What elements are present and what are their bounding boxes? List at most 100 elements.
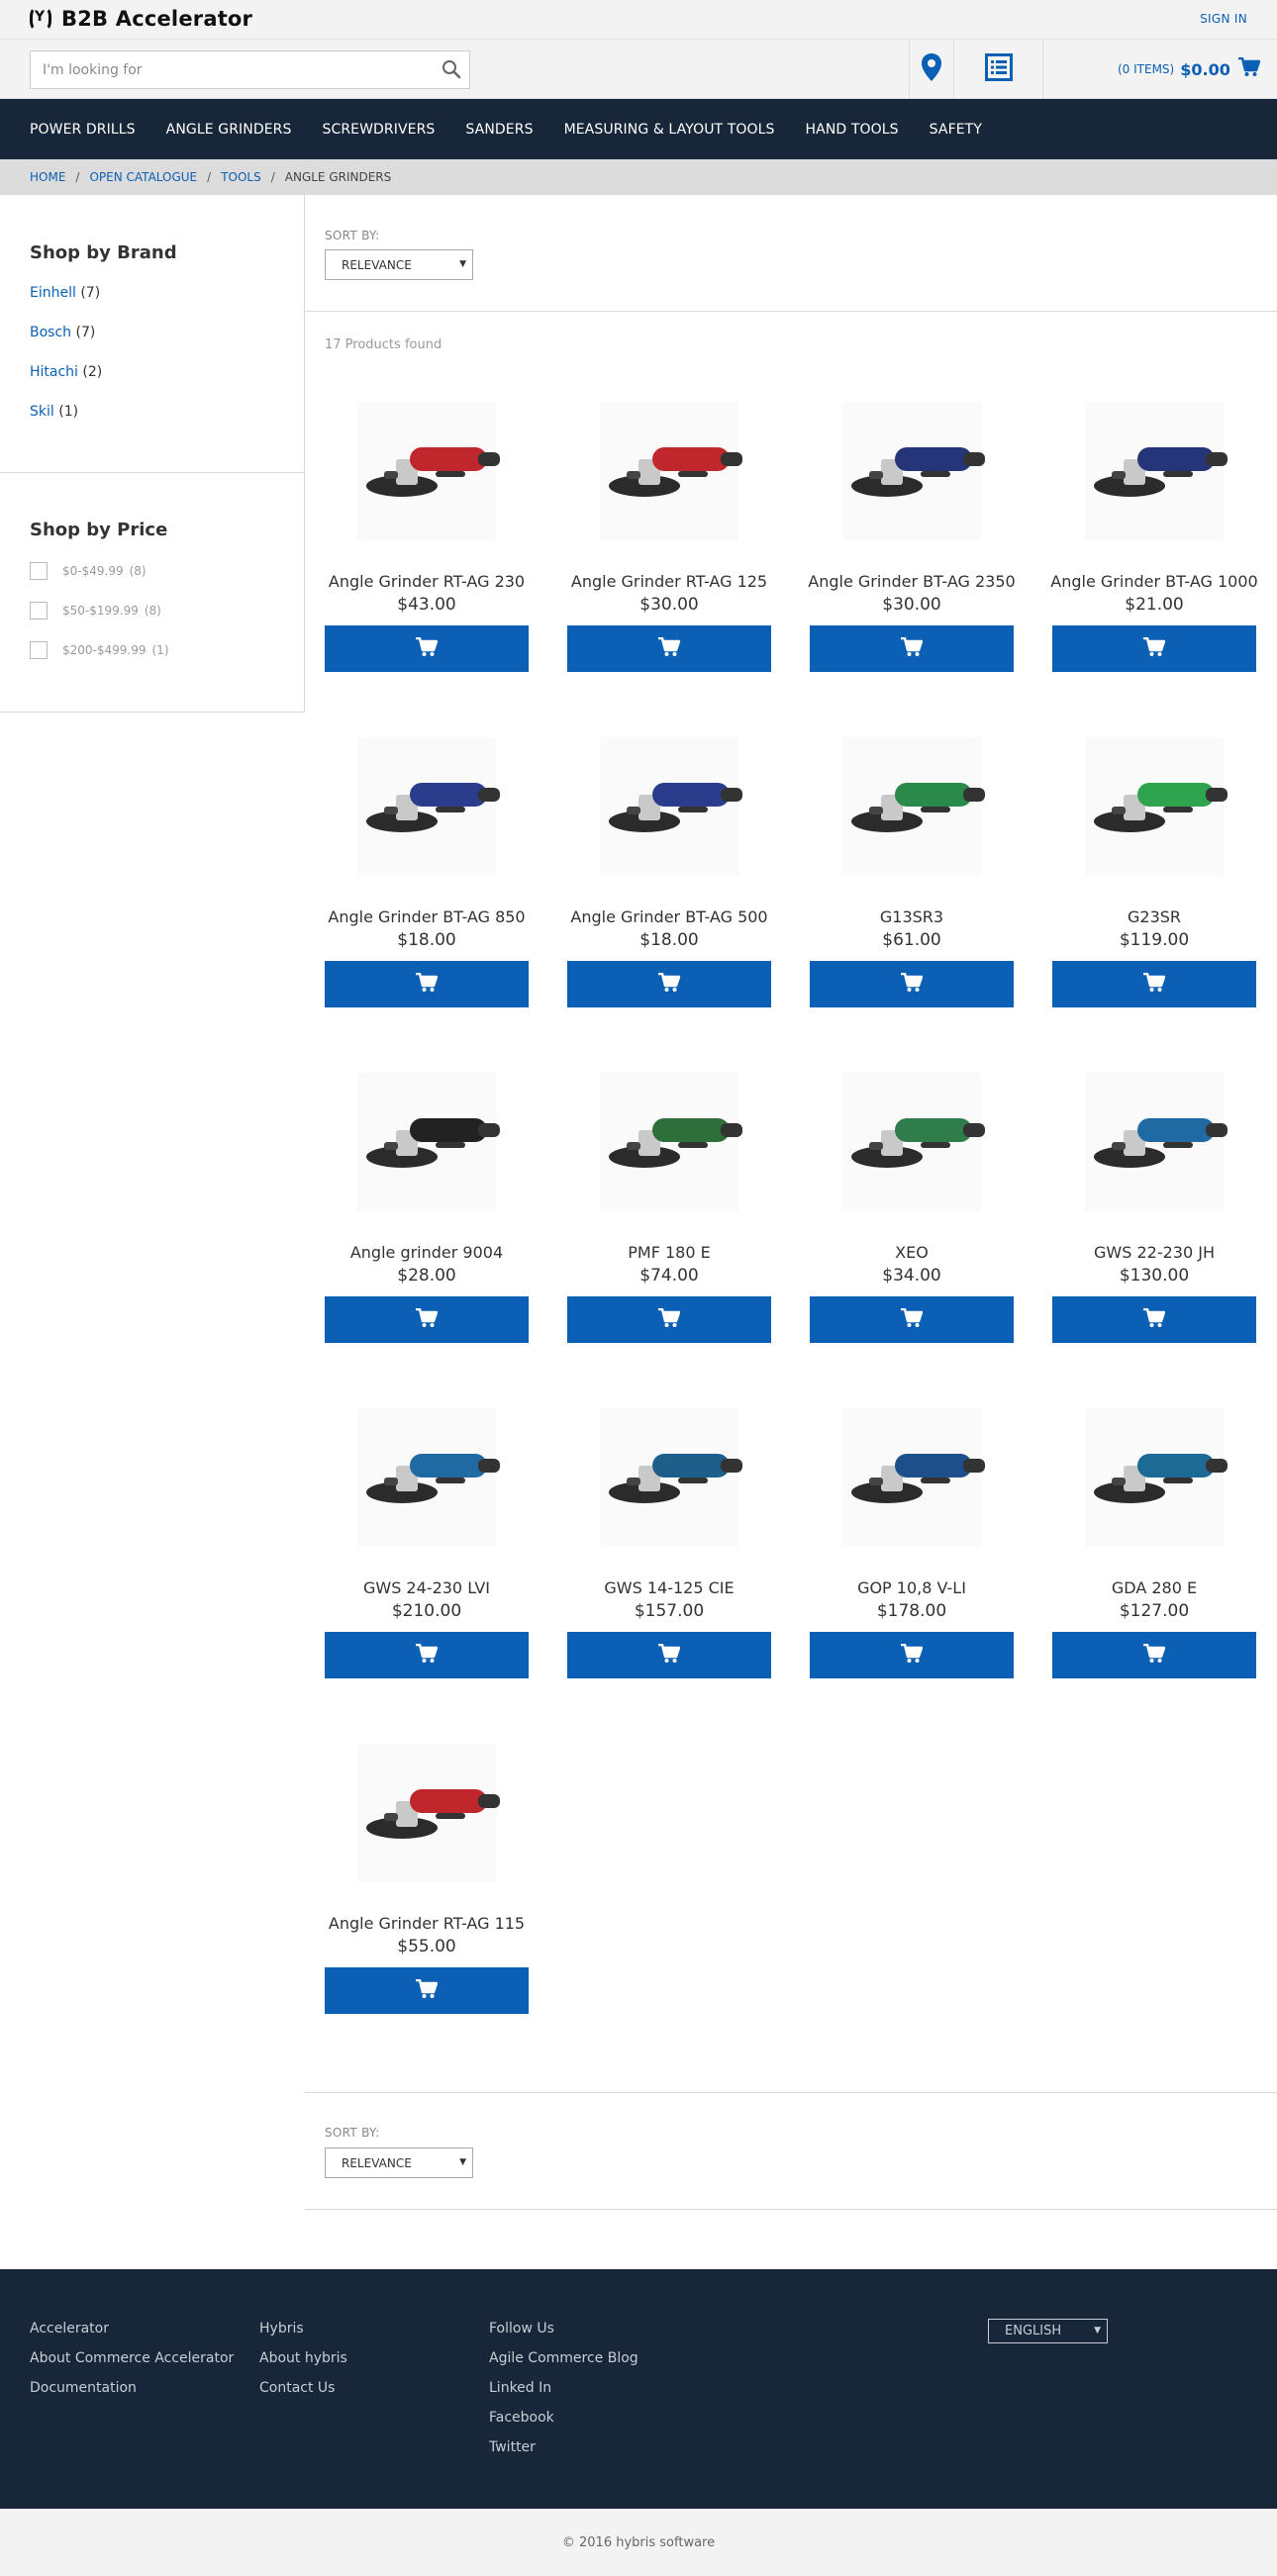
price-checkbox[interactable]	[30, 641, 48, 659]
product-card[interactable]: PMF 180 E $74.00	[567, 1053, 771, 1343]
product-card[interactable]: G23SR $119.00	[1052, 717, 1256, 1007]
nav-item-screwdrivers[interactable]: SCREWDRIVERS	[322, 122, 435, 138]
add-to-cart-button[interactable]	[325, 625, 529, 672]
product-card[interactable]: Angle Grinder BT-AG 850 $18.00	[325, 717, 529, 1007]
product-card[interactable]: G13SR3 $61.00	[810, 717, 1014, 1007]
footer-link[interactable]: About Commerce Accelerator	[30, 2350, 234, 2366]
brand-name[interactable]: Bosch	[30, 325, 71, 340]
product-image[interactable]	[325, 1053, 529, 1231]
sign-in-link[interactable]: SIGN IN	[1200, 12, 1247, 26]
footer-link[interactable]: Agile Commerce Blog	[489, 2350, 638, 2366]
product-image[interactable]	[810, 1053, 1014, 1231]
sort-select[interactable]: RELEVANCE ▼	[325, 249, 473, 280]
brand-facet-item[interactable]: Hitachi (2)	[30, 364, 102, 380]
price-checkbox[interactable]	[30, 562, 48, 580]
product-image[interactable]	[1052, 1388, 1256, 1567]
product-name[interactable]: Angle Grinder RT-AG 115	[315, 1914, 539, 1933]
footer-link[interactable]: Linked In	[489, 2380, 551, 2396]
product-name[interactable]: GDA 280 E	[1042, 1578, 1266, 1597]
add-to-cart-button[interactable]	[810, 961, 1014, 1007]
footer-link[interactable]: Hybris	[259, 2321, 304, 2337]
product-name[interactable]: G23SR	[1042, 907, 1266, 926]
nav-item-safety[interactable]: SAFETY	[930, 122, 982, 138]
product-name[interactable]: Angle Grinder BT-AG 2350	[800, 572, 1024, 591]
product-name[interactable]: Angle Grinder RT-AG 230	[315, 572, 539, 591]
add-to-cart-button[interactable]	[325, 961, 529, 1007]
price-checkbox[interactable]	[30, 602, 48, 620]
product-image[interactable]	[325, 1388, 529, 1567]
store-finder-button[interactable]	[909, 40, 953, 99]
footer-link[interactable]: Follow Us	[489, 2321, 554, 2337]
add-to-cart-button[interactable]	[567, 961, 771, 1007]
footer-link[interactable]: Accelerator	[30, 2321, 109, 2337]
breadcrumb-tools[interactable]: TOOLS	[221, 170, 261, 184]
breadcrumb-open-catalogue[interactable]: OPEN CATALOGUE	[89, 170, 197, 184]
product-name[interactable]: GWS 22-230 JH	[1042, 1243, 1266, 1262]
product-card[interactable]: GWS 22-230 JH $130.00	[1052, 1053, 1256, 1343]
add-to-cart-button[interactable]	[567, 1296, 771, 1343]
footer-link[interactable]: Facebook	[489, 2410, 554, 2426]
add-to-cart-button[interactable]	[325, 1632, 529, 1678]
nav-item-sanders[interactable]: SANDERS	[465, 122, 533, 138]
add-to-cart-button[interactable]	[325, 1296, 529, 1343]
nav-item-power-drills[interactable]: POWER DRILLS	[30, 122, 136, 138]
product-image[interactable]	[325, 382, 529, 560]
language-select[interactable]: ENGLISH ▼	[988, 2319, 1108, 2343]
product-image[interactable]	[1052, 1053, 1256, 1231]
search-input[interactable]	[31, 51, 427, 88]
footer-link[interactable]: Documentation	[30, 2380, 137, 2396]
product-image[interactable]	[810, 382, 1014, 560]
product-card[interactable]: XEO $34.00	[810, 1053, 1014, 1343]
add-to-cart-button[interactable]	[325, 1967, 529, 2014]
product-image[interactable]	[567, 382, 771, 560]
product-name[interactable]: XEO	[800, 1243, 1024, 1262]
product-image[interactable]	[325, 717, 529, 896]
product-card[interactable]: GOP 10,8 V-LI $178.00	[810, 1388, 1014, 1678]
mini-cart[interactable]: (0 ITEMS) $0.00	[1042, 40, 1277, 99]
product-image[interactable]	[810, 1388, 1014, 1567]
product-name[interactable]: Angle Grinder BT-AG 500	[557, 907, 781, 926]
product-image[interactable]	[567, 717, 771, 896]
price-facet-item[interactable]: $200-$499.99 (1)	[30, 641, 169, 659]
add-to-cart-button[interactable]	[1052, 1632, 1256, 1678]
brand-facet-item[interactable]: Bosch (7)	[30, 325, 95, 340]
add-to-cart-button[interactable]	[1052, 625, 1256, 672]
add-to-cart-button[interactable]	[810, 1296, 1014, 1343]
search-icon[interactable]	[440, 57, 463, 81]
product-card[interactable]: Angle Grinder BT-AG 500 $18.00	[567, 717, 771, 1007]
footer-link[interactable]: Twitter	[489, 2439, 536, 2455]
add-to-cart-button[interactable]	[1052, 1296, 1256, 1343]
product-name[interactable]: Angle grinder 9004	[315, 1243, 539, 1262]
nav-item-hand-tools[interactable]: HAND TOOLS	[806, 122, 899, 138]
product-image[interactable]	[567, 1388, 771, 1567]
brand-name[interactable]: Einhell	[30, 285, 76, 301]
product-card[interactable]: Angle grinder 9004 $28.00	[325, 1053, 529, 1343]
product-image[interactable]	[325, 1724, 529, 1902]
product-name[interactable]: Angle Grinder BT-AG 850	[315, 907, 539, 926]
add-to-cart-button[interactable]	[567, 1632, 771, 1678]
brand-facet-item[interactable]: Einhell (7)	[30, 285, 100, 301]
breadcrumb-home[interactable]: HOME	[30, 170, 65, 184]
product-card[interactable]: GDA 280 E $127.00	[1052, 1388, 1256, 1678]
product-card[interactable]: Angle Grinder BT-AG 2350 $30.00	[808, 382, 1016, 672]
footer-link[interactable]: Contact Us	[259, 2380, 335, 2396]
brand-name[interactable]: Skil	[30, 404, 54, 420]
product-name[interactable]: PMF 180 E	[557, 1243, 781, 1262]
product-image[interactable]	[1052, 382, 1256, 560]
nav-item-measuring-layout-tools[interactable]: MEASURING & LAYOUT TOOLS	[564, 122, 775, 138]
product-card[interactable]: Angle Grinder RT-AG 125 $30.00	[567, 382, 771, 672]
product-name[interactable]: GOP 10,8 V-LI	[800, 1578, 1024, 1597]
product-card[interactable]: Angle Grinder RT-AG 230 $43.00	[325, 382, 529, 672]
nav-item-angle-grinders[interactable]: ANGLE GRINDERS	[166, 122, 292, 138]
footer-link[interactable]: About hybris	[259, 2350, 347, 2366]
add-to-cart-button[interactable]	[567, 625, 771, 672]
product-card[interactable]: GWS 14-125 CIE $157.00	[567, 1388, 771, 1678]
quick-order-button[interactable]	[953, 40, 1042, 99]
add-to-cart-button[interactable]	[810, 625, 1014, 672]
product-name[interactable]: G13SR3	[800, 907, 1024, 926]
add-to-cart-button[interactable]	[1052, 961, 1256, 1007]
product-image[interactable]	[810, 717, 1014, 896]
site-logo[interactable]: B2B Accelerator	[30, 7, 252, 31]
price-facet-item[interactable]: $0-$49.99 (8)	[30, 562, 147, 580]
sort-select[interactable]: RELEVANCE ▼	[325, 2147, 473, 2178]
